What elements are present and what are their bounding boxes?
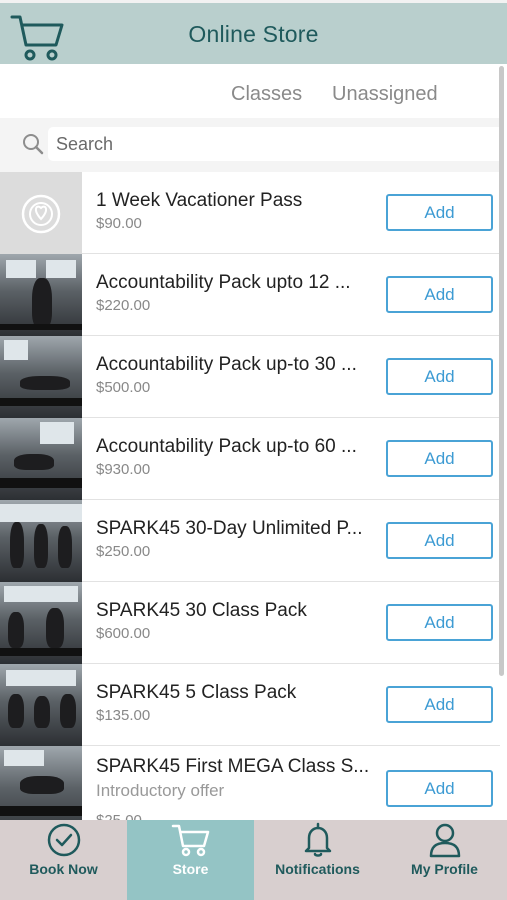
product-name: SPARK45 First MEGA Class S... [96,756,370,777]
product-row[interactable]: Accountability Pack up-to 30 ... $500.00… [0,336,500,418]
nav-notifications[interactable]: Notifications [254,820,381,900]
add-button[interactable]: Add [386,276,493,313]
nav-label: Notifications [275,861,360,877]
product-thumbnail [0,336,82,418]
app-header: Online Store [0,0,507,64]
bottom-nav: Book Now Store Notifications My Profile [0,820,507,900]
product-name: Accountability Pack up-to 60 ... [96,436,357,457]
product-row[interactable]: SPARK45 30 Class Pack $600.00 Add [0,582,500,664]
product-name: Accountability Pack upto 12 ... [96,272,351,293]
product-price: $930.00 [96,461,151,478]
nav-label: Store [172,861,209,877]
search-icon [23,134,44,155]
nav-label: My Profile [411,861,478,877]
product-name: SPARK45 30 Class Pack [96,600,307,621]
product-price: $90.00 [96,215,142,232]
product-row[interactable]: SPARK45 First MEGA Class S... Introducto… [0,746,500,820]
product-list: 1 Week Vacationer Pass $90.00 Add Accoun… [0,172,500,820]
product-price: $135.00 [96,707,151,724]
product-thumbnail [0,500,82,582]
add-button[interactable]: Add [386,358,493,395]
nav-store[interactable]: Store [127,820,254,900]
product-thumbnail [0,254,82,336]
product-price: $25.00 [96,812,142,820]
check-circle-icon [47,823,80,857]
product-row[interactable]: Accountability Pack up-to 60 ... $930.00… [0,418,500,500]
product-thumbnail [0,418,82,500]
category-tabs: Classes Unassigned [0,64,500,118]
nav-label: Book Now [29,861,98,877]
product-price: $220.00 [96,297,151,314]
tab-classes[interactable]: Classes [231,83,302,106]
bell-icon [304,822,331,857]
product-row[interactable]: Accountability Pack upto 12 ... $220.00 … [0,254,500,336]
product-name: 1 Week Vacationer Pass [96,190,303,211]
studio-logo-icon [21,194,61,234]
user-icon [429,823,460,858]
product-row[interactable]: SPARK45 5 Class Pack $135.00 Add [0,664,500,746]
product-subtitle: Introductory offer [96,781,225,800]
add-button[interactable]: Add [386,604,493,641]
add-button[interactable]: Add [386,522,493,559]
add-button[interactable]: Add [386,770,493,807]
nav-my-profile[interactable]: My Profile [381,820,507,900]
search-bar [0,118,500,172]
product-thumbnail [0,582,82,664]
search-input[interactable] [48,127,500,161]
product-thumbnail [0,746,82,820]
product-name: SPARK45 30-Day Unlimited P... [96,518,363,539]
product-price: $500.00 [96,379,151,396]
product-thumbnail [0,664,82,746]
tab-unassigned[interactable]: Unassigned [332,83,438,106]
product-row[interactable]: 1 Week Vacationer Pass $90.00 Add [0,172,500,254]
product-row[interactable]: SPARK45 30-Day Unlimited P... $250.00 Ad… [0,500,500,582]
product-price: $250.00 [96,543,151,560]
product-name: SPARK45 5 Class Pack [96,682,297,703]
cart-icon [171,824,209,857]
page-title: Online Store [188,21,319,47]
add-button[interactable]: Add [386,194,493,231]
product-price: $600.00 [96,625,151,642]
nav-book-now[interactable]: Book Now [0,820,127,900]
scrollbar[interactable] [499,66,504,676]
product-name: Accountability Pack up-to 30 ... [96,354,357,375]
product-thumbnail [0,172,82,254]
add-button[interactable]: Add [386,440,493,477]
add-button[interactable]: Add [386,686,493,723]
